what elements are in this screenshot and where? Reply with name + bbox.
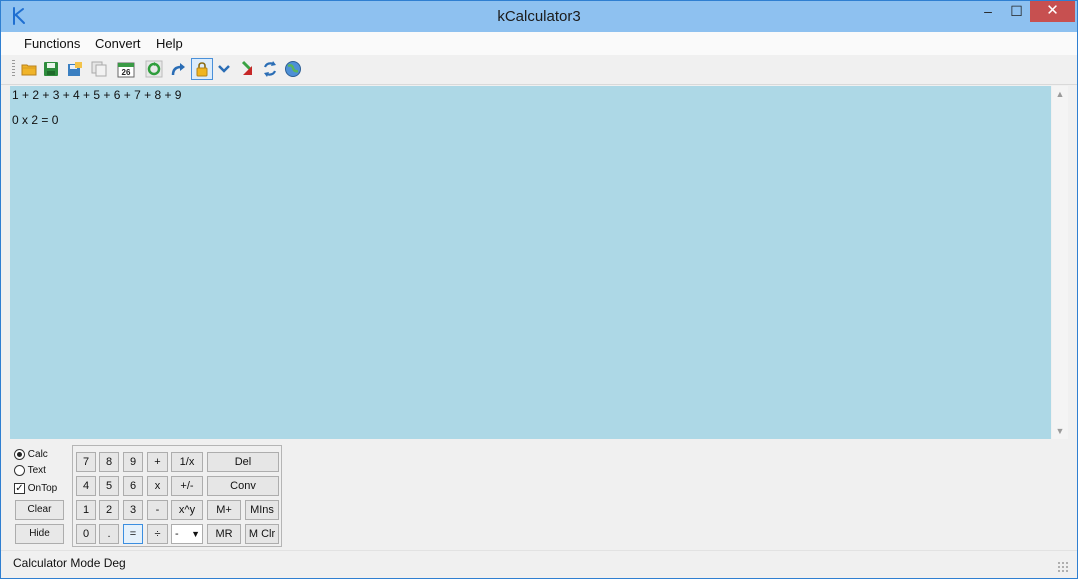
calendar-icon[interactable]: 26 — [116, 59, 136, 79]
globe-icon[interactable] — [283, 59, 303, 79]
resize-grip-icon[interactable] — [1057, 561, 1069, 573]
text-mode-radio[interactable]: Text — [14, 465, 46, 476]
refresh-icon[interactable] — [144, 59, 164, 79]
key-3[interactable]: 3 — [123, 500, 143, 520]
hide-button[interactable]: Hide — [15, 524, 64, 544]
ontop-label: OnTop — [27, 483, 58, 495]
key-reciprocal[interactable]: 1/x — [171, 452, 203, 472]
key-del[interactable]: Del — [207, 452, 279, 472]
key-8[interactable]: 8 — [99, 452, 119, 472]
text-mode-label: Text — [27, 465, 46, 477]
editor-vertical-scrollbar[interactable]: ▲ ▼ — [1052, 86, 1068, 439]
calc-mode-label: Calc — [27, 449, 48, 461]
menu-convert[interactable]: Convert — [95, 36, 141, 51]
key-decimal[interactable]: . — [99, 524, 119, 544]
key-minus[interactable]: - — [147, 500, 168, 520]
operator-select[interactable]: - ▼ — [171, 524, 203, 544]
menu-bar: Functions Convert Help — [1, 32, 1077, 55]
status-bar: Calculator Mode Deg — [1, 550, 1077, 578]
chevron-down-icon: ▼ — [191, 529, 200, 539]
window-title: kCalculator3 — [497, 8, 581, 25]
calculation-text-area[interactable]: 1 + 2 + 3 + 4 + 5 + 6 + 7 + 8 + 9 0 x 2 … — [10, 86, 1051, 439]
key-6[interactable]: 6 — [123, 476, 143, 496]
lock-icon[interactable] — [191, 58, 213, 80]
calc-mode-radio[interactable]: Calc — [14, 449, 48, 460]
menu-functions[interactable]: Functions — [24, 36, 80, 51]
app-window: kCalculator3 – ☐ ✕ Functions Convert Hel… — [0, 0, 1078, 579]
radio-selected-icon — [14, 449, 25, 460]
expand-down-icon[interactable] — [214, 59, 234, 79]
key-7[interactable]: 7 — [76, 452, 96, 472]
key-conv[interactable]: Conv — [207, 476, 279, 496]
editor-line-1: 1 + 2 + 3 + 4 + 5 + 6 + 7 + 8 + 9 — [12, 88, 182, 102]
arrow-down-icon[interactable] — [237, 59, 257, 79]
calendar-day: 26 — [122, 68, 131, 77]
key-equals[interactable]: = — [123, 524, 143, 544]
ontop-checkbox[interactable]: ✓ OnTop — [14, 483, 57, 494]
key-0[interactable]: 0 — [76, 524, 96, 544]
menu-help[interactable]: Help — [156, 36, 183, 51]
close-button[interactable]: ✕ — [1030, 1, 1075, 22]
key-memory-recall[interactable]: MR — [207, 524, 241, 544]
save-as-icon[interactable] — [65, 59, 85, 79]
key-plus[interactable]: + — [147, 452, 168, 472]
key-memory-insert[interactable]: MIns — [245, 500, 279, 520]
clear-button[interactable]: Clear — [15, 500, 64, 520]
swap-icon[interactable] — [260, 59, 280, 79]
status-text: Calculator Mode Deg — [13, 556, 126, 570]
key-4[interactable]: 4 — [76, 476, 96, 496]
copy-icon[interactable] — [89, 59, 109, 79]
open-folder-icon[interactable] — [19, 59, 39, 79]
mode-panel: Calc Text ✓ OnTop Clear Hide — [10, 445, 70, 549]
key-2[interactable]: 2 — [99, 500, 119, 520]
title-bar[interactable]: kCalculator3 – ☐ ✕ — [1, 1, 1077, 32]
save-icon[interactable] — [41, 59, 61, 79]
scroll-down-arrow-icon[interactable]: ▼ — [1054, 425, 1066, 437]
key-memory-clear[interactable]: M Clr — [245, 524, 279, 544]
toolbar: 26 — [1, 55, 1077, 85]
maximize-button[interactable]: ☐ — [1003, 1, 1030, 22]
radio-unselected-icon — [14, 465, 25, 476]
key-1[interactable]: 1 — [76, 500, 96, 520]
scroll-up-arrow-icon[interactable]: ▲ — [1054, 88, 1066, 100]
checkmark-icon: ✓ — [14, 483, 25, 494]
minimize-button[interactable]: – — [973, 1, 1003, 22]
key-divide[interactable]: ÷ — [147, 524, 168, 544]
toolbar-grip[interactable] — [12, 60, 15, 78]
key-negate[interactable]: +/- — [171, 476, 203, 496]
editor-line-3: 0 x 2 = 0 — [12, 113, 59, 127]
key-memory-plus[interactable]: M+ — [207, 500, 241, 520]
key-power[interactable]: x^y — [171, 500, 203, 520]
operator-select-value: - — [175, 528, 179, 540]
key-5[interactable]: 5 — [99, 476, 119, 496]
redo-icon[interactable] — [168, 59, 188, 79]
key-9[interactable]: 9 — [123, 452, 143, 472]
calculator-keypad: 7 8 9 + 1/x Del 4 5 6 x +/- Conv 1 2 3 -… — [72, 445, 282, 547]
key-multiply[interactable]: x — [147, 476, 168, 496]
